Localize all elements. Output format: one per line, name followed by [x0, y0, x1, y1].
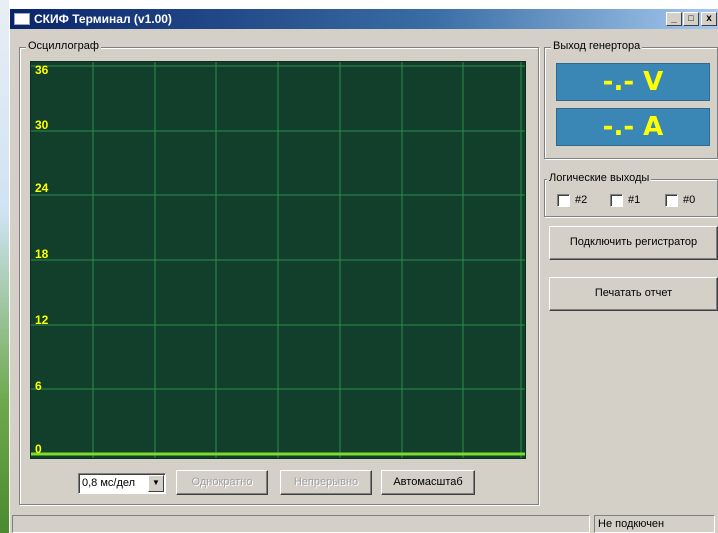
connection-status: Не подкючен — [594, 515, 715, 533]
y-tick-label: 0 — [35, 442, 42, 456]
checkbox-label: #1 — [628, 194, 641, 206]
oscilloscope-group-label: Осциллограф — [26, 40, 101, 52]
continuous-button[interactable]: Непрерывно — [280, 470, 372, 495]
status-bar: Не подкючен — [12, 515, 717, 533]
y-tick-label: 30 — [35, 118, 49, 132]
print-report-button[interactable]: Печатать отчет — [549, 277, 718, 311]
checkbox-label: #0 — [683, 194, 696, 206]
checkbox-icon[interactable] — [610, 194, 623, 207]
timebase-select[interactable]: 0,8 мс/дел ▼ — [78, 473, 166, 494]
app-icon — [14, 13, 30, 25]
timebase-select-value: 0,8 мс/дел — [82, 477, 136, 489]
y-tick-label: 6 — [35, 379, 42, 393]
connect-recorder-button[interactable]: Подключить регистратор — [549, 226, 718, 260]
minimize-button[interactable]: _ — [666, 12, 682, 26]
generator-output-group-label: Выход генертора — [551, 40, 643, 52]
maximize-button[interactable]: □ — [683, 12, 699, 26]
checkbox-icon[interactable] — [665, 194, 678, 207]
checkbox-icon[interactable] — [557, 194, 570, 207]
y-tick-label: 12 — [35, 313, 49, 327]
current-display: -.- A — [556, 108, 710, 146]
title-bar[interactable]: СКИФ Терминал (v1.00) _ □ x — [10, 9, 718, 29]
window-title: СКИФ Терминал (v1.00) — [34, 12, 172, 26]
oscilloscope-grid — [31, 62, 525, 458]
y-tick-label: 18 — [35, 247, 49, 261]
single-shot-button[interactable]: Однократно — [176, 470, 268, 495]
y-tick-label: 36 — [35, 63, 49, 77]
voltage-display: -.- V — [556, 63, 710, 101]
autoscale-button[interactable]: Автомасштаб — [381, 470, 475, 495]
desktop-background — [0, 0, 9, 533]
app-window: СКИФ Терминал (v1.00) _ □ x Осциллограф … — [9, 8, 718, 533]
checkbox-label: #2 — [575, 194, 588, 206]
oscilloscope-plot[interactable]: 36 30 24 18 12 6 0 — [30, 61, 526, 459]
dropdown-arrow-icon[interactable]: ▼ — [148, 475, 164, 492]
status-panel-main — [12, 515, 590, 533]
close-button[interactable]: x — [701, 12, 717, 26]
y-tick-label: 24 — [35, 181, 49, 195]
logic-outputs-group-label: Логические выходы — [547, 172, 652, 184]
